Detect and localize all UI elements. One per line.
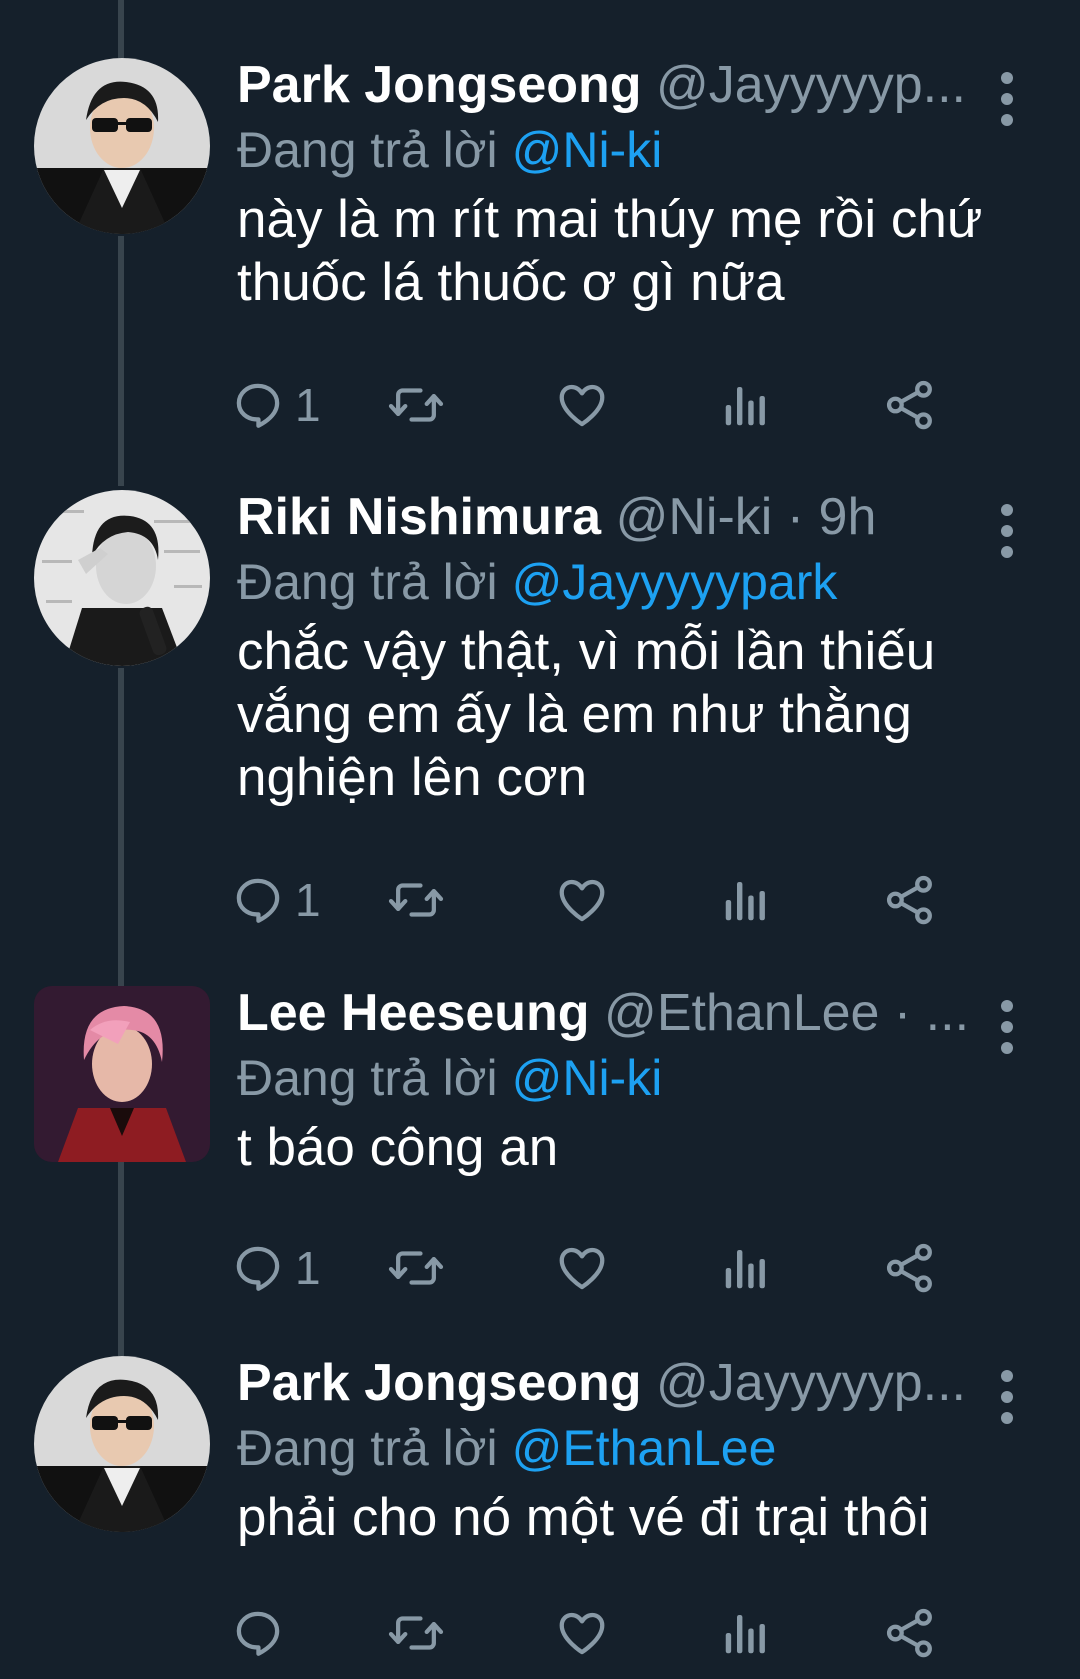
mention-link[interactable]: @EthanLee [512,1420,777,1476]
avatar[interactable] [34,58,210,234]
user-handle: @Jayyyyyp... [656,56,966,114]
reply-button[interactable]: 1 [231,370,321,440]
tweet-header: Lee Heeseung @EthanLee · ... [237,980,997,1046]
like-icon [554,1241,610,1295]
share-icon [883,1606,937,1660]
retweet-button[interactable] [387,370,445,440]
mention-link[interactable]: @Jayyyyypark [512,554,838,610]
replying-prefix: Đang trả lời [237,1420,498,1476]
retweet-button[interactable] [387,865,445,935]
tweet-actions [236,1598,1017,1668]
retweet-button[interactable] [387,1233,445,1303]
share-icon [883,378,937,432]
tweet-header: Park Jongseong @Jayyyyyp... [237,1350,997,1416]
retweet-icon [387,378,445,432]
reply-count: 1 [295,874,321,926]
thread-line [118,1162,124,1356]
tweet-text-line: nghiện lên cơn [237,748,588,807]
tweet-text: t báo công an [237,1116,1020,1179]
like-icon [554,378,610,432]
like-button[interactable] [554,370,610,440]
user-handle: @Jayyyyyp... [656,1354,966,1412]
share-button[interactable] [883,370,937,440]
share-button[interactable] [883,1598,937,1668]
retweet-icon [387,1606,445,1660]
user-handle: @EthanLee · ... [604,984,970,1042]
analytics-icon [721,1241,771,1295]
retweet-button[interactable] [387,1598,445,1668]
avatar[interactable] [34,490,210,666]
reply-button[interactable]: 1 [231,865,321,935]
tweet-text-line: này là m rít mai thúy mẹ rồi chứ [237,190,983,249]
analytics-button[interactable] [721,1598,771,1668]
replying-to: Đang trả lời @Ni-ki [237,1046,1020,1110]
analytics-button[interactable] [721,1233,771,1303]
thread-line [118,668,124,986]
like-button[interactable] [554,1598,610,1668]
display-name[interactable]: Park Jongseong [237,56,642,114]
thread-line [118,0,124,58]
display-name[interactable]: Lee Heeseung [237,984,590,1042]
reply-icon [231,1241,285,1295]
more-options-icon[interactable] [1000,504,1014,558]
tweet-header: Riki Nishimura @Ni-ki · 9h [237,484,997,550]
share-icon [883,1241,937,1295]
replying-prefix: Đang trả lời [237,554,498,610]
analytics-icon [721,378,771,432]
thread-line [118,236,124,486]
avatar[interactable] [34,1356,210,1532]
reply-button[interactable]: 1 [231,1233,321,1303]
replying-to: Đang trả lời @Jayyyyypark [237,550,1020,614]
mention-link[interactable]: @Ni-ki [512,1050,663,1106]
tweet-actions: 1 [236,370,1017,440]
reply-icon [231,1606,285,1660]
tweet-text-line: t báo công an [237,1118,559,1177]
tweet-actions: 1 [236,865,1017,935]
more-options-icon[interactable] [1000,72,1014,126]
tweet-actions: 1 [236,1233,1017,1303]
tweet-text: này là m rít mai thúy mẹ rồi chứ thuốc l… [237,188,1020,314]
retweet-icon [387,1241,445,1295]
analytics-button[interactable] [721,370,771,440]
tweet-text-line: thuốc lá thuốc ơ gì nữa [237,253,785,312]
tweet-header: Park Jongseong @Jayyyyyp... [237,52,997,118]
more-options-icon[interactable] [1000,1370,1014,1424]
more-options-icon[interactable] [1000,1000,1014,1054]
replying-to: Đang trả lời @Ni-ki [237,118,1020,182]
like-icon [554,873,610,927]
display-name[interactable]: Park Jongseong [237,1354,642,1412]
display-name[interactable]: Riki Nishimura [237,488,601,546]
reply-icon [231,378,285,432]
analytics-button[interactable] [721,865,771,935]
tweet-text-line: vắng em ấy là em như thằng [237,685,912,744]
tweet-text: chắc vậy thật, vì mỗi lần thiếu vắng em … [237,620,1020,809]
avatar[interactable] [34,986,210,1162]
replying-to: Đang trả lời @EthanLee [237,1416,1020,1480]
tweet-text-line: chắc vậy thật, vì mỗi lần thiếu [237,622,936,681]
retweet-icon [387,873,445,927]
share-icon [883,873,937,927]
replying-prefix: Đang trả lời [237,1050,498,1106]
mention-link[interactable]: @Ni-ki [512,122,663,178]
reply-count: 1 [295,1242,321,1294]
reply-icon [231,873,285,927]
analytics-icon [721,1606,771,1660]
like-icon [554,1606,610,1660]
like-button[interactable] [554,1233,610,1303]
share-button[interactable] [883,1233,937,1303]
user-handle: @Ni-ki · 9h [615,488,877,546]
tweet-text: phải cho nó một vé đi trại thôi [237,1486,1020,1549]
replying-prefix: Đang trả lời [237,122,498,178]
analytics-icon [721,873,771,927]
like-button[interactable] [554,865,610,935]
tweet-text-line: phải cho nó một vé đi trại thôi [237,1488,930,1547]
share-button[interactable] [883,865,937,935]
reply-button[interactable] [231,1598,295,1668]
reply-count: 1 [295,379,321,431]
